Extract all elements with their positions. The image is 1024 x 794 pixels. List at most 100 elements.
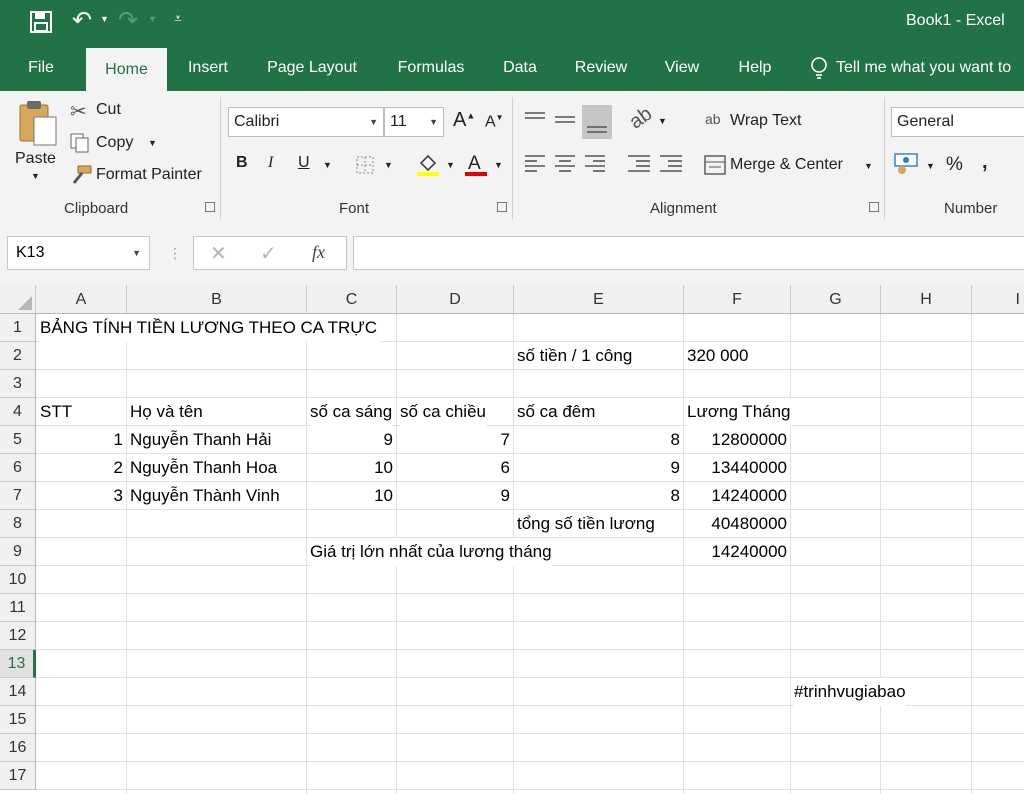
paste-button[interactable]: Paste bbox=[15, 150, 56, 168]
bold-button[interactable]: B bbox=[236, 154, 248, 172]
row-header-6[interactable]: 6 bbox=[0, 454, 36, 482]
tab-view[interactable]: View bbox=[658, 44, 706, 91]
italic-button[interactable]: I bbox=[268, 154, 273, 172]
cell-a1[interactable]: BẢNG TÍNH TIỀN LƯƠNG THEO CA TRỰC bbox=[40, 314, 382, 342]
percent-button[interactable]: % bbox=[946, 154, 963, 176]
format-painter-icon[interactable] bbox=[70, 165, 92, 185]
font-name-combo[interactable]: Calibri ▼ bbox=[228, 107, 384, 137]
format-painter-button[interactable]: Format Painter bbox=[96, 166, 202, 184]
underline-button[interactable]: U bbox=[298, 154, 310, 172]
row-header-16[interactable]: 16 bbox=[0, 734, 36, 762]
cell-e8[interactable]: tổng số tiền lương bbox=[517, 510, 655, 538]
increase-font-icon[interactable]: A▲ bbox=[453, 109, 475, 132]
tab-formulas[interactable]: Formulas bbox=[388, 44, 474, 91]
column-header-c[interactable]: C bbox=[307, 285, 397, 314]
name-box[interactable]: K13 ▼ bbox=[7, 236, 150, 270]
cell-e6[interactable]: 9 bbox=[514, 454, 680, 482]
row-header-8[interactable]: 8 bbox=[0, 510, 36, 538]
underline-dropdown-icon[interactable]: ▼ bbox=[323, 160, 332, 170]
font-color-dropdown-icon[interactable]: ▼ bbox=[494, 160, 503, 170]
save-icon[interactable] bbox=[30, 11, 52, 33]
row-header-3[interactable]: 3 bbox=[0, 370, 36, 398]
cell-b7[interactable]: Nguyễn Thành Vinh bbox=[130, 482, 280, 510]
row-header-14[interactable]: 14 bbox=[0, 678, 36, 706]
row-header-7[interactable]: 7 bbox=[0, 482, 36, 510]
tab-help[interactable]: Help bbox=[728, 44, 782, 91]
select-all-corner[interactable] bbox=[0, 285, 36, 314]
formula-input[interactable] bbox=[353, 236, 1024, 270]
row-header-10[interactable]: 10 bbox=[0, 566, 36, 594]
cancel-icon[interactable]: ✕ bbox=[210, 241, 227, 266]
cell-e4[interactable]: số ca đêm bbox=[517, 398, 595, 426]
cell-f4[interactable]: Lương Tháng bbox=[687, 398, 791, 426]
undo-icon[interactable]: ↶ bbox=[72, 6, 92, 35]
column-header-i[interactable]: I bbox=[972, 285, 1024, 314]
cell-f8[interactable]: 40480000 bbox=[684, 510, 787, 538]
row-header-9[interactable]: 9 bbox=[0, 538, 36, 566]
cell-f6[interactable]: 13440000 bbox=[684, 454, 787, 482]
column-header-e[interactable]: E bbox=[514, 285, 684, 314]
scissors-icon[interactable]: ✂ bbox=[70, 99, 87, 124]
column-header-d[interactable]: D bbox=[397, 285, 514, 314]
cell-c5[interactable]: 9 bbox=[307, 426, 393, 454]
cell-c4[interactable]: số ca sáng bbox=[310, 398, 393, 426]
cell-c7[interactable]: 10 bbox=[307, 482, 393, 510]
paste-dropdown-icon[interactable]: ▼ bbox=[31, 171, 40, 181]
tab-file[interactable]: File bbox=[14, 44, 68, 91]
cell-c6[interactable]: 10 bbox=[307, 454, 393, 482]
row-header-11[interactable]: 11 bbox=[0, 594, 36, 622]
chevron-down-icon[interactable]: ▼ bbox=[132, 237, 141, 269]
column-header-h[interactable]: H bbox=[881, 285, 972, 314]
tab-data[interactable]: Data bbox=[496, 44, 544, 91]
tab-review[interactable]: Review bbox=[566, 44, 636, 91]
cell-a7[interactable]: 3 bbox=[36, 482, 123, 510]
cell-b6[interactable]: Nguyễn Thanh Hoa bbox=[130, 454, 277, 482]
fill-color-icon[interactable] bbox=[415, 151, 441, 177]
insert-function-button[interactable]: fx bbox=[312, 242, 325, 263]
decrease-font-icon[interactable]: A▼ bbox=[485, 113, 504, 131]
cell-d7[interactable]: 9 bbox=[397, 482, 510, 510]
column-header-a[interactable]: A bbox=[36, 285, 127, 314]
tell-me-search[interactable]: Tell me what you want to bbox=[836, 44, 1024, 91]
orientation-icon[interactable]: ab bbox=[625, 103, 656, 135]
merge-center-icon[interactable] bbox=[704, 155, 726, 175]
cell-e2[interactable]: số tiền / 1 công bbox=[517, 342, 632, 370]
customize-toolbar-icon[interactable]: ⩡ bbox=[174, 10, 182, 27]
borders-icon[interactable] bbox=[355, 155, 375, 175]
paste-icon[interactable] bbox=[16, 99, 60, 147]
fill-color-dropdown-icon[interactable]: ▼ bbox=[446, 160, 455, 170]
tab-home[interactable]: Home bbox=[86, 48, 167, 91]
row-header-13[interactable]: 13 bbox=[0, 650, 36, 678]
accounting-format-icon[interactable] bbox=[894, 151, 920, 175]
row-header-5[interactable]: 5 bbox=[0, 426, 36, 454]
cell-a6[interactable]: 2 bbox=[36, 454, 123, 482]
column-header-b[interactable]: B bbox=[127, 285, 307, 314]
cell-a4[interactable]: STT bbox=[40, 398, 72, 426]
cell-d5[interactable]: 7 bbox=[397, 426, 510, 454]
cell-e7[interactable]: 8 bbox=[514, 482, 680, 510]
font-size-combo[interactable]: 11 ▼ bbox=[384, 107, 444, 137]
cell-d4[interactable]: số ca chiều bbox=[400, 398, 486, 426]
row-header-12[interactable]: 12 bbox=[0, 622, 36, 650]
copy-dropdown-icon[interactable]: ▼ bbox=[148, 138, 157, 148]
copy-icon[interactable] bbox=[70, 133, 90, 153]
cell-f7[interactable]: 14240000 bbox=[684, 482, 787, 510]
row-header-17[interactable]: 17 bbox=[0, 762, 36, 790]
clipboard-launcher-icon[interactable] bbox=[205, 202, 215, 212]
font-launcher-icon[interactable] bbox=[497, 202, 507, 212]
cell-g14[interactable]: #trinhvugiabao bbox=[794, 678, 906, 706]
cell-e5[interactable]: 8 bbox=[514, 426, 680, 454]
row-header-1[interactable]: 1 bbox=[0, 314, 36, 342]
wrap-text-button[interactable]: Wrap Text bbox=[730, 112, 801, 130]
wrap-text-icon[interactable]: ab bbox=[705, 111, 721, 127]
alignment-launcher-icon[interactable] bbox=[869, 202, 879, 212]
cell-b4[interactable]: Họ và tên bbox=[130, 398, 203, 426]
comma-button[interactable]: , bbox=[982, 151, 988, 174]
borders-dropdown-icon[interactable]: ▼ bbox=[384, 160, 393, 170]
cell-f2[interactable]: 320 000 bbox=[687, 342, 748, 370]
cell-f9[interactable]: 14240000 bbox=[684, 538, 787, 566]
font-color-icon[interactable]: A bbox=[463, 151, 489, 177]
orientation-dropdown-icon[interactable]: ▼ bbox=[658, 116, 667, 126]
cell-f5[interactable]: 12800000 bbox=[684, 426, 787, 454]
tab-page-layout[interactable]: Page Layout bbox=[258, 44, 366, 91]
